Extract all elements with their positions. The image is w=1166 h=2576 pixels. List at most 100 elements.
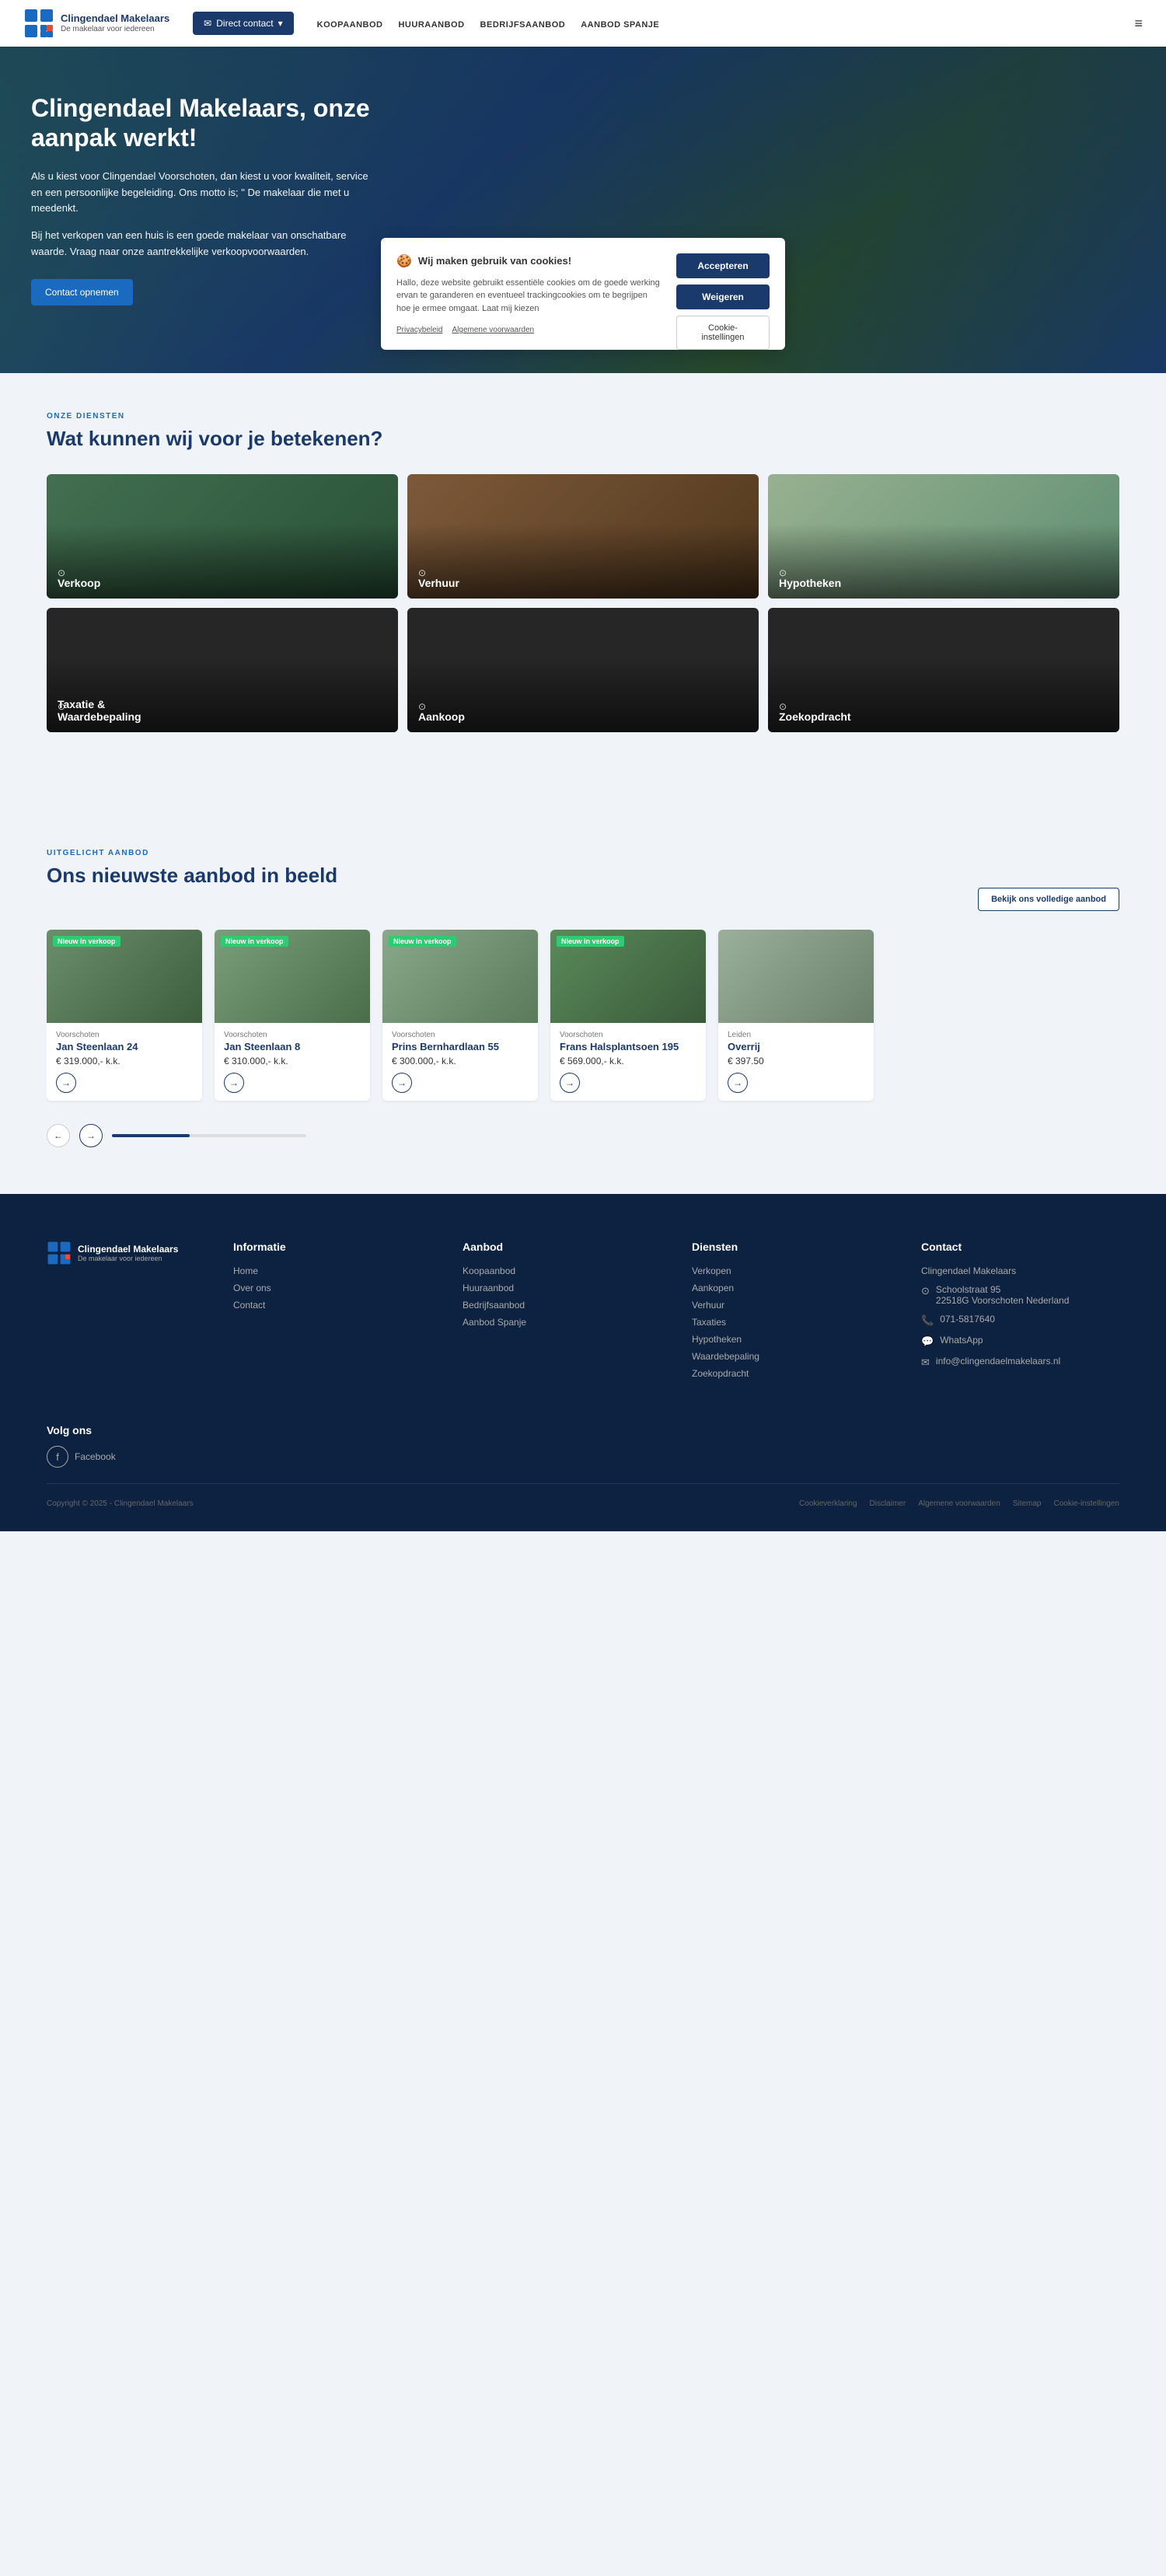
service-card-hypotheken[interactable]: Hypotheken ⊙ — [768, 474, 1119, 599]
listing-arrow-button[interactable]: → — [392, 1073, 412, 1093]
listing-image-1: Nieuw in verkoop — [47, 930, 202, 1023]
hamburger-menu[interactable]: ≡ — [1134, 16, 1143, 32]
listing-info-2: Voorschoten Jan Steenlaan 8 € 310.000,- … — [215, 1023, 370, 1101]
header: Clingendael Makelaars De makelaar voor i… — [0, 0, 1166, 47]
footer-cookie-instellingen[interactable]: Cookie-instellingen — [1054, 1499, 1120, 1508]
listing-image-5 — [718, 930, 874, 1023]
nav-koopaanbod[interactable]: Koopaanbod — [317, 20, 383, 30]
listing-badge: Nieuw in verkoop — [557, 936, 624, 947]
footer-link-aanbod-spanje[interactable]: Aanbod Spanje — [463, 1317, 661, 1328]
facebook-link[interactable]: f Facebook — [47, 1446, 116, 1468]
direct-contact-button[interactable]: ✉ Direct contact ▾ — [193, 12, 293, 35]
footer-sitemap[interactable]: Sitemap — [1013, 1499, 1042, 1508]
footer-brand: Clingendael Makelaars De makelaar voor i… — [47, 1241, 202, 1385]
service-card-aankoop[interactable]: Aankoop ⊙ — [407, 608, 759, 732]
privacy-link[interactable]: Privacybeleid — [396, 326, 442, 334]
hero-content: Clingendael Makelaars, onze aanpak werkt… — [0, 47, 404, 352]
listings-scroll: Nieuw in verkoop Voorschoten Jan Steenla… — [47, 930, 1119, 1108]
listing-city: Voorschoten — [56, 1031, 193, 1039]
cookie-settings-button[interactable]: Cookie-instellingen — [676, 316, 770, 350]
view-all-button[interactable]: Bekijk ons volledige aanbod — [978, 888, 1119, 911]
listing-street: Jan Steenlaan 24 — [56, 1041, 193, 1052]
circle-icon: ⊙ — [418, 567, 426, 578]
footer-whatsapp-item[interactable]: 💬 WhatsApp — [921, 1335, 1119, 1348]
circle-icon: ⊙ — [779, 567, 787, 578]
cookie-reject-button[interactable]: Weigeren — [676, 284, 770, 309]
listing-badge: Nieuw in verkoop — [221, 936, 288, 947]
listing-info-3: Voorschoten Prins Bernhardlaan 55 € 300.… — [382, 1023, 538, 1101]
footer-link-taxaties[interactable]: Taxaties — [692, 1317, 890, 1328]
footer-algemene-voorwaarden[interactable]: Algemene voorwaarden — [918, 1499, 1000, 1508]
hero-cta-button[interactable]: Contact opnemen — [31, 279, 133, 305]
cookie-accept-button[interactable]: Accepteren — [676, 253, 770, 278]
footer-contact-title: Contact — [921, 1241, 1119, 1253]
social-title: Volg ons — [47, 1424, 1119, 1436]
carousel-next-button[interactable]: → — [79, 1124, 103, 1147]
footer-link-contact[interactable]: Contact — [233, 1300, 431, 1311]
listing-card-1[interactable]: Nieuw in verkoop Voorschoten Jan Steenla… — [47, 930, 202, 1101]
footer-brand-name: Clingendael Makelaars — [78, 1244, 178, 1255]
listing-price: € 300.000,- k.k. — [392, 1056, 529, 1066]
listings-header: Uitgelicht Aanbod Ons nieuwste aanbod in… — [47, 849, 1119, 911]
listing-card-2[interactable]: Nieuw in verkoop Voorschoten Jan Steenla… — [215, 930, 370, 1101]
footer-link-home[interactable]: Home — [233, 1265, 431, 1276]
location-icon: ⊙ — [921, 1285, 930, 1297]
logo[interactable]: Clingendael Makelaars De makelaar voor i… — [23, 8, 169, 39]
cookie-actions: Accepteren Weigeren Cookie-instellingen — [676, 253, 770, 350]
logo-text: Clingendael Makelaars De makelaar voor i… — [61, 12, 169, 34]
cookie-title: Wij maken gebruik van cookies! — [418, 255, 571, 267]
footer-disclaimer[interactable]: Disclaimer — [870, 1499, 906, 1508]
logo-icon — [23, 8, 54, 39]
footer-link-huuraanbod[interactable]: Huuraanbod — [463, 1283, 661, 1293]
footer-link-aankopen[interactable]: Aankopen — [692, 1283, 890, 1293]
service-card-verhuur[interactable]: Verhuur ⊙ — [407, 474, 759, 599]
carousel-prev-button[interactable]: ← — [47, 1124, 70, 1147]
direct-contact-icon: ✉ — [204, 18, 211, 29]
footer-link-bedrijfsaanbod[interactable]: Bedrijfsaanbod — [463, 1300, 661, 1311]
listing-badge: Nieuw in verkoop — [53, 936, 120, 947]
footer-contact-company: Clingendael Makelaars — [921, 1265, 1119, 1276]
nav-aanbod-spanje[interactable]: Aanbod Spanje — [581, 20, 659, 30]
listing-arrow-button[interactable]: → — [56, 1073, 76, 1093]
service-card-taxatie[interactable]: Taxatie &Waardebepaling ⊙ — [47, 608, 398, 732]
listing-arrow-button[interactable]: → — [224, 1073, 244, 1093]
service-card-label: Zoekopdracht — [779, 710, 851, 723]
listing-arrow-button[interactable]: → — [560, 1073, 580, 1093]
listing-card-3[interactable]: Nieuw in verkoop Voorschoten Prins Bernh… — [382, 930, 538, 1101]
circle-icon: ⊙ — [58, 567, 65, 578]
footer-link-waardebepaling[interactable]: Waardebepaling — [692, 1351, 890, 1362]
listing-price: € 397.50 — [728, 1056, 864, 1066]
footer-link-zoekopdracht[interactable]: Zoekopdracht — [692, 1368, 890, 1379]
footer-logo-icon — [47, 1241, 72, 1265]
services-title: Wat kunnen wij voor je betekenen? — [47, 427, 1119, 451]
listings-header-text: Uitgelicht Aanbod Ons nieuwste aanbod in… — [47, 849, 337, 911]
footer-phone-item[interactable]: 📞 071-5817640 — [921, 1314, 1119, 1327]
carousel-track — [112, 1134, 306, 1137]
terms-link[interactable]: Algemene voorwaarden — [452, 326, 534, 334]
footer-email-item[interactable]: ✉ info@clingendaelmakelaars.nl — [921, 1356, 1119, 1369]
footer-cookieverklaring[interactable]: Cookieverklaring — [799, 1499, 857, 1508]
footer-city: 22518G Voorschoten Nederland — [936, 1295, 1069, 1306]
listings-label: Uitgelicht Aanbod — [47, 849, 337, 857]
footer-informatie-list: Home Over ons Contact — [233, 1265, 431, 1311]
listing-city: Voorschoten — [392, 1031, 529, 1039]
nav-bedrijfsaanbod[interactable]: Bedrijfsaanbod — [480, 20, 566, 30]
footer-link-verhuur[interactable]: Verhuur — [692, 1300, 890, 1311]
service-card-verkoop[interactable]: Verkoop ⊙ — [47, 474, 398, 599]
footer-link-koopaanbod[interactable]: Koopaanbod — [463, 1265, 661, 1276]
whatsapp-icon: 💬 — [921, 1335, 934, 1348]
nav-huuraanbod[interactable]: Huuraanbod — [398, 20, 464, 30]
listing-card-5[interactable]: Leiden Overrij € 397.50 → — [718, 930, 874, 1101]
footer-aanbod-title: Aanbod — [463, 1241, 661, 1253]
footer-link-verkopen[interactable]: Verkopen — [692, 1265, 890, 1276]
service-card-zoekopdracht[interactable]: Zoekopdracht ⊙ — [768, 608, 1119, 732]
listing-arrow-button[interactable]: → — [728, 1073, 748, 1093]
footer-link-hypotheken[interactable]: Hypotheken — [692, 1334, 890, 1345]
service-card-label: Taxatie &Waardebepaling — [58, 698, 141, 723]
listing-card-4[interactable]: Nieuw in verkoop Voorschoten Frans Halsp… — [550, 930, 706, 1101]
listing-city: Leiden — [728, 1031, 864, 1039]
footer-link-over-ons[interactable]: Over ons — [233, 1283, 431, 1293]
listing-info-1: Voorschoten Jan Steenlaan 24 € 319.000,-… — [47, 1023, 202, 1101]
chevron-down-icon: ▾ — [278, 18, 283, 29]
listing-price: € 310.000,- k.k. — [224, 1056, 361, 1066]
